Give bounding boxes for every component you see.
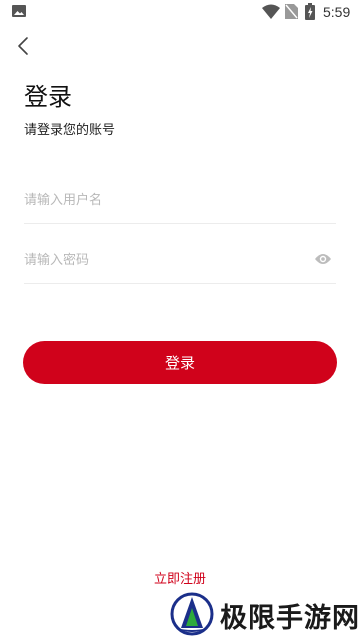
password-field <box>24 236 336 284</box>
chevron-left-icon <box>18 37 28 55</box>
watermark-brand: 极限手游网 <box>220 603 360 634</box>
wifi-icon <box>262 4 280 19</box>
gallery-icon <box>12 5 26 17</box>
page-subtitle: 请登录您的账号 <box>24 123 116 138</box>
sim-icon <box>285 4 298 19</box>
back-button[interactable] <box>12 34 36 58</box>
login-button[interactable]: 登录 <box>23 341 337 384</box>
eye-icon[interactable] <box>314 252 332 266</box>
username-field <box>24 176 336 224</box>
site-logo-icon <box>170 592 214 636</box>
status-time: 5:59 <box>323 4 351 20</box>
username-input[interactable] <box>24 188 304 212</box>
battery-icon <box>305 3 315 20</box>
status-bar: 5:59 <box>0 0 360 24</box>
page-title: 登录 <box>24 83 72 111</box>
watermark: 极限手游网 <box>166 592 360 640</box>
register-link[interactable]: 立即注册 <box>0 568 360 587</box>
password-input[interactable] <box>24 248 304 272</box>
